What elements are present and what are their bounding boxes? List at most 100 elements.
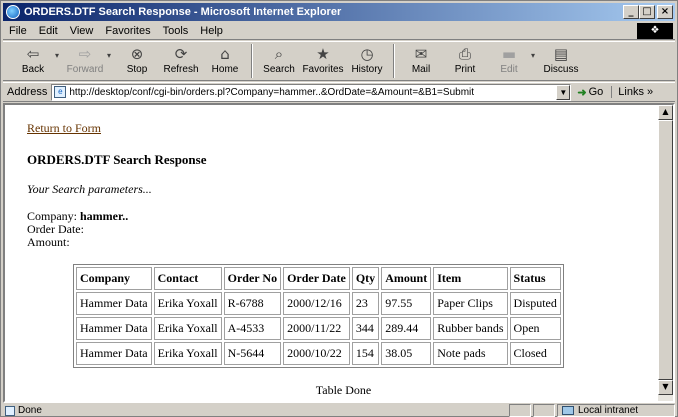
- forward-dropdown-icon[interactable]: ▾: [107, 51, 115, 60]
- toolbar-separator: [251, 44, 253, 78]
- cell-item: Rubber bands: [433, 317, 508, 340]
- scroll-up-icon[interactable]: ▲: [658, 105, 673, 120]
- local-intranet-icon: [562, 406, 574, 415]
- cell-order-no: N-5644: [223, 342, 282, 365]
- standard-toolbar: ⇦ Back ▾ ⇨ Forward ▾ ⊗ Stop ⟳ Refresh ⌂ …: [3, 41, 675, 81]
- windows-logo-icon: ❖: [637, 23, 673, 39]
- cell-order-date: 2000/11/22: [283, 317, 350, 340]
- cell-contact: Erika Yoxall: [153, 317, 222, 340]
- param-company-value: hammer..: [80, 209, 129, 223]
- params-heading: Your Search parameters...: [27, 182, 152, 196]
- toolbar-separator: [393, 44, 395, 78]
- stop-icon: ⊗: [130, 45, 144, 63]
- cell-order-no: R-6788: [223, 292, 282, 315]
- table-row: Hammer Data Erika Yoxall A-4533 2000/11/…: [76, 317, 561, 340]
- cell-status: Closed: [509, 342, 561, 365]
- search-button[interactable]: ⌕ Search: [257, 42, 301, 80]
- cell-order-date: 2000/10/22: [283, 342, 350, 365]
- mail-button[interactable]: ✉ Mail: [399, 42, 443, 80]
- menu-view[interactable]: View: [64, 25, 100, 37]
- status-text: Done: [18, 405, 42, 416]
- param-order-date: Order Date:: [27, 222, 84, 236]
- search-icon: ⌕: [274, 45, 284, 63]
- table-header-row: Company Contact Order No Order Date Qty …: [76, 267, 561, 290]
- cell-qty: 344: [351, 317, 380, 340]
- forward-button[interactable]: ⇨ Forward: [63, 42, 107, 80]
- refresh-button[interactable]: ⟳ Refresh: [159, 42, 203, 80]
- menu-edit[interactable]: Edit: [33, 25, 64, 37]
- minimize-button[interactable]: _: [623, 5, 639, 19]
- return-to-form-link[interactable]: Return to Form: [27, 121, 660, 136]
- zone-label: Local intranet: [578, 405, 639, 416]
- scroll-down-icon[interactable]: ▼: [658, 380, 673, 395]
- back-arrow-icon: ⇦: [26, 45, 40, 63]
- address-label: Address: [7, 86, 48, 98]
- edit-dropdown-icon[interactable]: ▾: [531, 51, 539, 60]
- menu-favorites[interactable]: Favorites: [99, 25, 156, 37]
- search-params: Company: hammer.. Order Date: Amount:: [27, 210, 660, 249]
- page-content: Return to Form ORDERS.DTF Search Respons…: [5, 105, 660, 401]
- cell-company: Hammer Data: [76, 342, 152, 365]
- edit-icon: ▬: [501, 45, 517, 63]
- cell-qty: 23: [351, 292, 380, 315]
- back-dropdown-icon[interactable]: ▾: [55, 51, 63, 60]
- status-panel: [509, 404, 531, 417]
- close-button[interactable]: ×: [657, 5, 673, 19]
- favorites-icon: ★: [316, 45, 330, 63]
- title-bar: ORDERS.DTF Search Response - Microsoft I…: [3, 3, 675, 21]
- cell-status: Disputed: [509, 292, 561, 315]
- window-controls: _ □ ×: [623, 5, 673, 19]
- header-item: Item: [433, 267, 508, 290]
- print-icon: ⎙: [458, 45, 471, 63]
- print-button[interactable]: ⎙ Print: [443, 42, 487, 80]
- history-button[interactable]: ◷ History: [345, 42, 389, 80]
- security-zone: Local intranet: [557, 404, 675, 417]
- header-qty: Qty: [351, 267, 380, 290]
- header-company: Company: [76, 267, 152, 290]
- cell-company: Hammer Data: [76, 317, 152, 340]
- window-title: ORDERS.DTF Search Response - Microsoft I…: [24, 6, 342, 18]
- table-row: Hammer Data Erika Yoxall R-6788 2000/12/…: [76, 292, 561, 315]
- param-amount: Amount:: [27, 235, 70, 249]
- mail-icon: ✉: [414, 45, 428, 63]
- go-button[interactable]: ➜ Go: [577, 86, 603, 99]
- menu-file[interactable]: File: [3, 25, 33, 37]
- links-button[interactable]: Links »: [611, 86, 653, 98]
- status-bar: Done Local intranet: [3, 404, 675, 417]
- param-company: Company: hammer..: [27, 209, 129, 223]
- back-button[interactable]: ⇦ Back: [11, 42, 55, 80]
- page-title: ORDERS.DTF Search Response: [27, 152, 207, 167]
- cell-status: Open: [509, 317, 561, 340]
- scroll-thumb[interactable]: [658, 120, 673, 380]
- cell-contact: Erika Yoxall: [153, 342, 222, 365]
- home-icon: ⌂: [220, 45, 230, 63]
- address-dropdown-icon[interactable]: ▼: [556, 84, 571, 100]
- address-input[interactable]: e http://desktop/conf/cgi-bin/orders.pl?…: [51, 83, 572, 101]
- table-row: Hammer Data Erika Yoxall N-5644 2000/10/…: [76, 342, 561, 365]
- favorites-button[interactable]: ★ Favorites: [301, 42, 345, 80]
- ie-logo-icon: [6, 5, 20, 19]
- menu-help[interactable]: Help: [194, 25, 229, 37]
- cell-order-no: A-4533: [223, 317, 282, 340]
- status-text-area: Done: [3, 405, 507, 416]
- browser-window: ORDERS.DTF Search Response - Microsoft I…: [0, 0, 678, 417]
- menu-tools[interactable]: Tools: [157, 25, 195, 37]
- status-panel: [533, 404, 555, 417]
- header-contact: Contact: [153, 267, 222, 290]
- content-frame: Return to Form ORDERS.DTF Search Respons…: [3, 103, 675, 403]
- page-icon: e: [54, 86, 67, 98]
- address-bar: Address e http://desktop/conf/cgi-bin/or…: [3, 82, 675, 102]
- cell-amount: 97.55: [381, 292, 432, 315]
- stop-button[interactable]: ⊗ Stop: [115, 42, 159, 80]
- maximize-button[interactable]: □: [639, 5, 655, 19]
- edit-button[interactable]: ▬ Edit: [487, 42, 531, 80]
- home-button[interactable]: ⌂ Home: [203, 42, 247, 80]
- header-order-no: Order No: [223, 267, 282, 290]
- cell-item: Paper Clips: [433, 292, 508, 315]
- forward-arrow-icon: ⇨: [78, 45, 92, 63]
- discuss-button[interactable]: ▤ Discuss: [539, 42, 583, 80]
- vertical-scrollbar[interactable]: ▲ ▼: [658, 105, 673, 401]
- table-done-text: Table Done: [315, 383, 372, 397]
- refresh-icon: ⟳: [174, 45, 188, 63]
- cell-company: Hammer Data: [76, 292, 152, 315]
